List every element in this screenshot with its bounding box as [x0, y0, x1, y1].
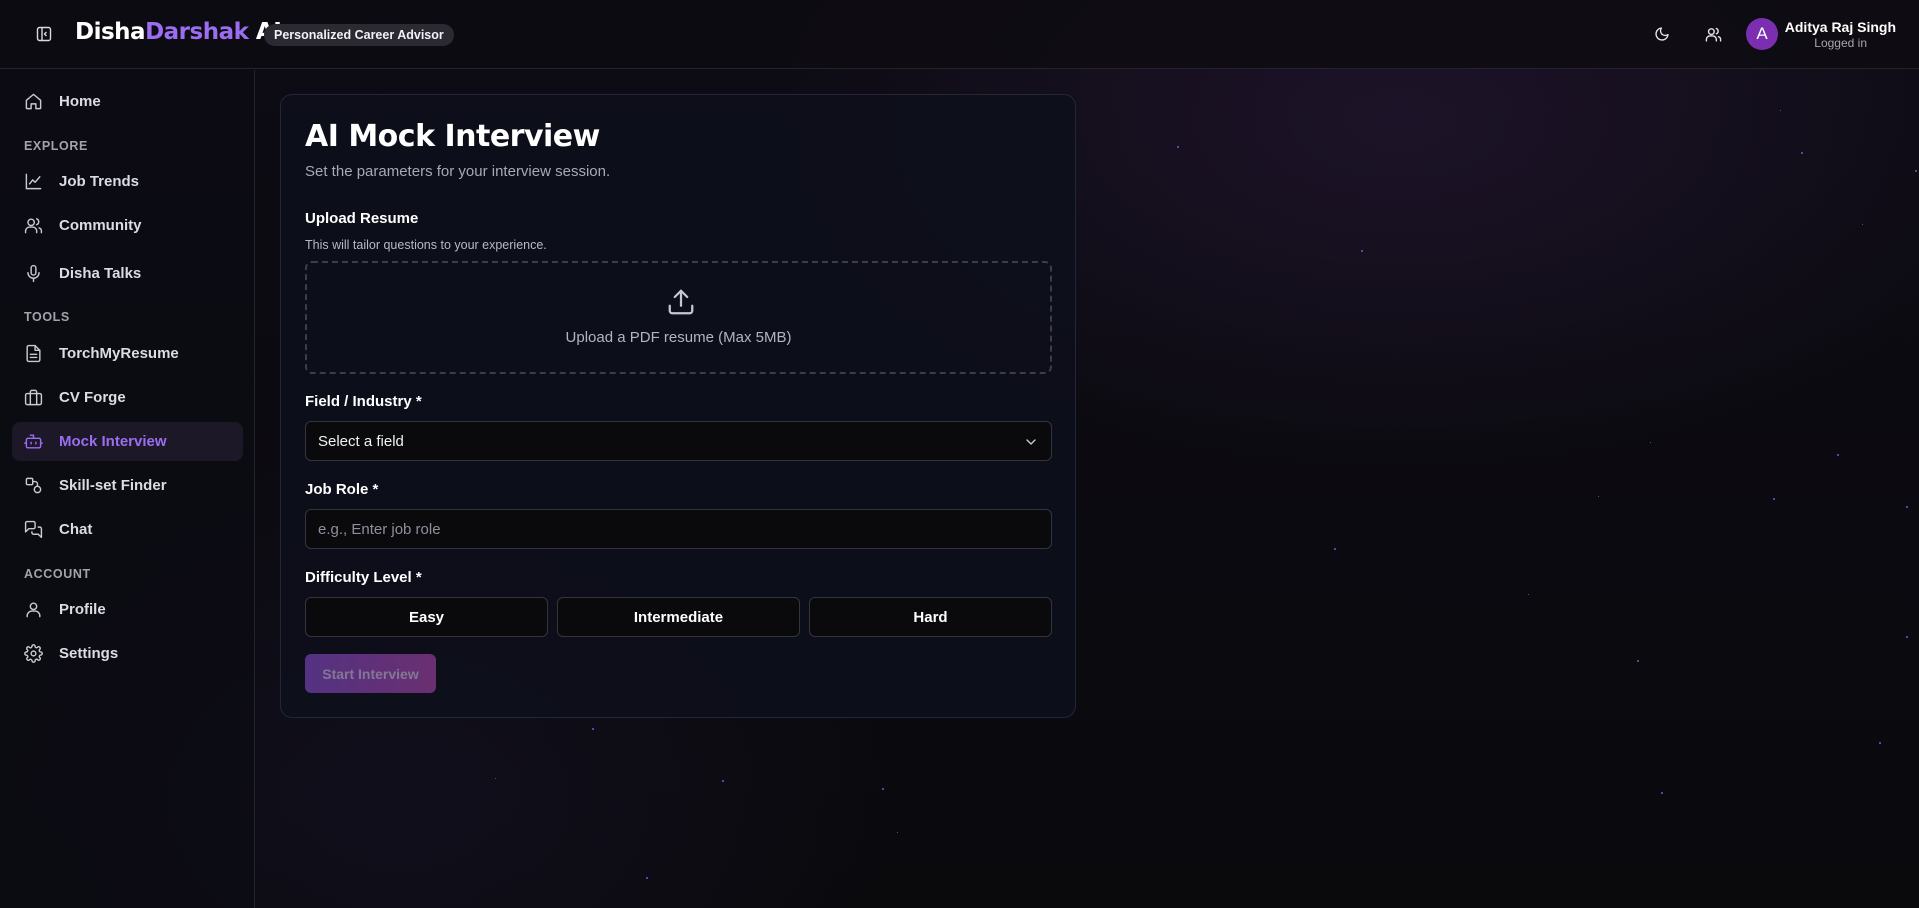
- avatar[interactable]: A: [1746, 18, 1778, 50]
- sidebar-item-label: Chat: [59, 521, 93, 538]
- sidebar-item-label: Mock Interview: [59, 433, 167, 450]
- sidebar-item-disha-talks[interactable]: Disha Talks: [12, 254, 243, 293]
- job-role-label: Job Role *: [305, 481, 379, 498]
- sidebar-item-community[interactable]: Community: [12, 206, 243, 245]
- upload-resume-label: Upload Resume: [305, 210, 419, 227]
- section-label-explore: EXPLORE: [24, 139, 88, 153]
- sidebar-toggle-button[interactable]: [34, 24, 54, 44]
- resume-dropzone[interactable]: Upload a PDF resume (Max 5MB): [305, 261, 1052, 374]
- sidebar-item-label: Home: [59, 93, 101, 110]
- sidebar-item-mock-interview[interactable]: Mock Interview: [12, 422, 243, 461]
- upload-instructions: Upload a PDF resume (Max 5MB): [565, 329, 792, 346]
- sidebar-item-label: Disha Talks: [59, 265, 142, 282]
- sidebar-item-label: CV Forge: [59, 389, 126, 406]
- page-subtitle: Set the parameters for your interview se…: [305, 163, 611, 180]
- user-status: Logged in: [1814, 36, 1867, 50]
- users-icon: [24, 216, 43, 235]
- field-industry-select[interactable]: Select a field: [305, 421, 1052, 461]
- sidebar-item-label: TorchMyResume: [59, 345, 179, 362]
- sidebar-item-label: Job Trends: [59, 173, 140, 190]
- difficulty-easy-button[interactable]: Easy: [305, 597, 548, 637]
- field-industry-value: Select a field: [318, 433, 404, 450]
- brand-name-part-2: Darshak: [145, 19, 249, 45]
- difficulty-intermediate-button[interactable]: Intermediate: [557, 597, 800, 637]
- upload-icon: [666, 287, 696, 317]
- line-chart-icon: [24, 172, 43, 191]
- document-icon: [24, 344, 43, 363]
- brand-name-part-1: Disha: [75, 19, 146, 45]
- chevron-down-icon: [1025, 436, 1037, 448]
- sidebar-item-profile[interactable]: Profile: [12, 590, 243, 629]
- users-icon: [1705, 26, 1722, 43]
- section-label-account: ACCOUNT: [24, 567, 91, 581]
- difficulty-level-label: Difficulty Level *: [305, 569, 422, 586]
- sidebar-item-skill-set-finder[interactable]: Skill-set Finder: [12, 466, 243, 505]
- start-interview-button[interactable]: Start Interview: [305, 654, 436, 693]
- brand-logo[interactable]: DishaDarshak AI: [75, 19, 282, 45]
- home-icon: [24, 92, 43, 111]
- tagline-badge: Personalized Career Advisor: [264, 24, 454, 46]
- sidebar-item-settings[interactable]: Settings: [12, 634, 243, 673]
- briefcase-icon: [24, 388, 43, 407]
- sidebar-item-job-trends[interactable]: Job Trends: [12, 162, 243, 201]
- interview-setup-card: AI Mock Interview Set the parameters for…: [280, 94, 1076, 718]
- top-header: DishaDarshak AI Personalized Career Advi…: [0, 0, 1919, 69]
- sidebar-item-label: Settings: [59, 645, 119, 662]
- theme-toggle-button[interactable]: [1652, 24, 1672, 44]
- chat-icon: [24, 520, 43, 539]
- bot-icon: [24, 432, 43, 451]
- section-label-tools: TOOLS: [24, 310, 70, 324]
- sidebar-item-home[interactable]: Home: [12, 82, 243, 121]
- job-role-input[interactable]: [305, 509, 1052, 549]
- sidebar-item-cv-forge[interactable]: CV Forge: [12, 378, 243, 417]
- users-button[interactable]: [1703, 24, 1723, 44]
- page-title: AI Mock Interview: [305, 119, 600, 154]
- gear-icon: [24, 644, 43, 663]
- difficulty-hard-button[interactable]: Hard: [809, 597, 1052, 637]
- sidebar-item-label: Skill-set Finder: [59, 477, 167, 494]
- microphone-icon: [24, 264, 43, 283]
- sidebar-item-chat[interactable]: Chat: [12, 510, 243, 549]
- sidebar: Home EXPLORE Job Trends Community Disha …: [0, 70, 255, 908]
- skill-icon: [24, 476, 43, 495]
- sidebar-collapse-icon: [36, 26, 52, 42]
- user-icon: [24, 600, 43, 619]
- sidebar-item-torchmyresume[interactable]: TorchMyResume: [12, 334, 243, 373]
- sidebar-item-label: Community: [59, 217, 142, 234]
- field-industry-label: Field / Industry *: [305, 393, 422, 410]
- moon-icon: [1654, 26, 1670, 42]
- sidebar-item-label: Profile: [59, 601, 106, 618]
- user-name: Aditya Raj Singh: [1784, 19, 1896, 35]
- upload-resume-hint: This will tailor questions to your exper…: [305, 238, 547, 252]
